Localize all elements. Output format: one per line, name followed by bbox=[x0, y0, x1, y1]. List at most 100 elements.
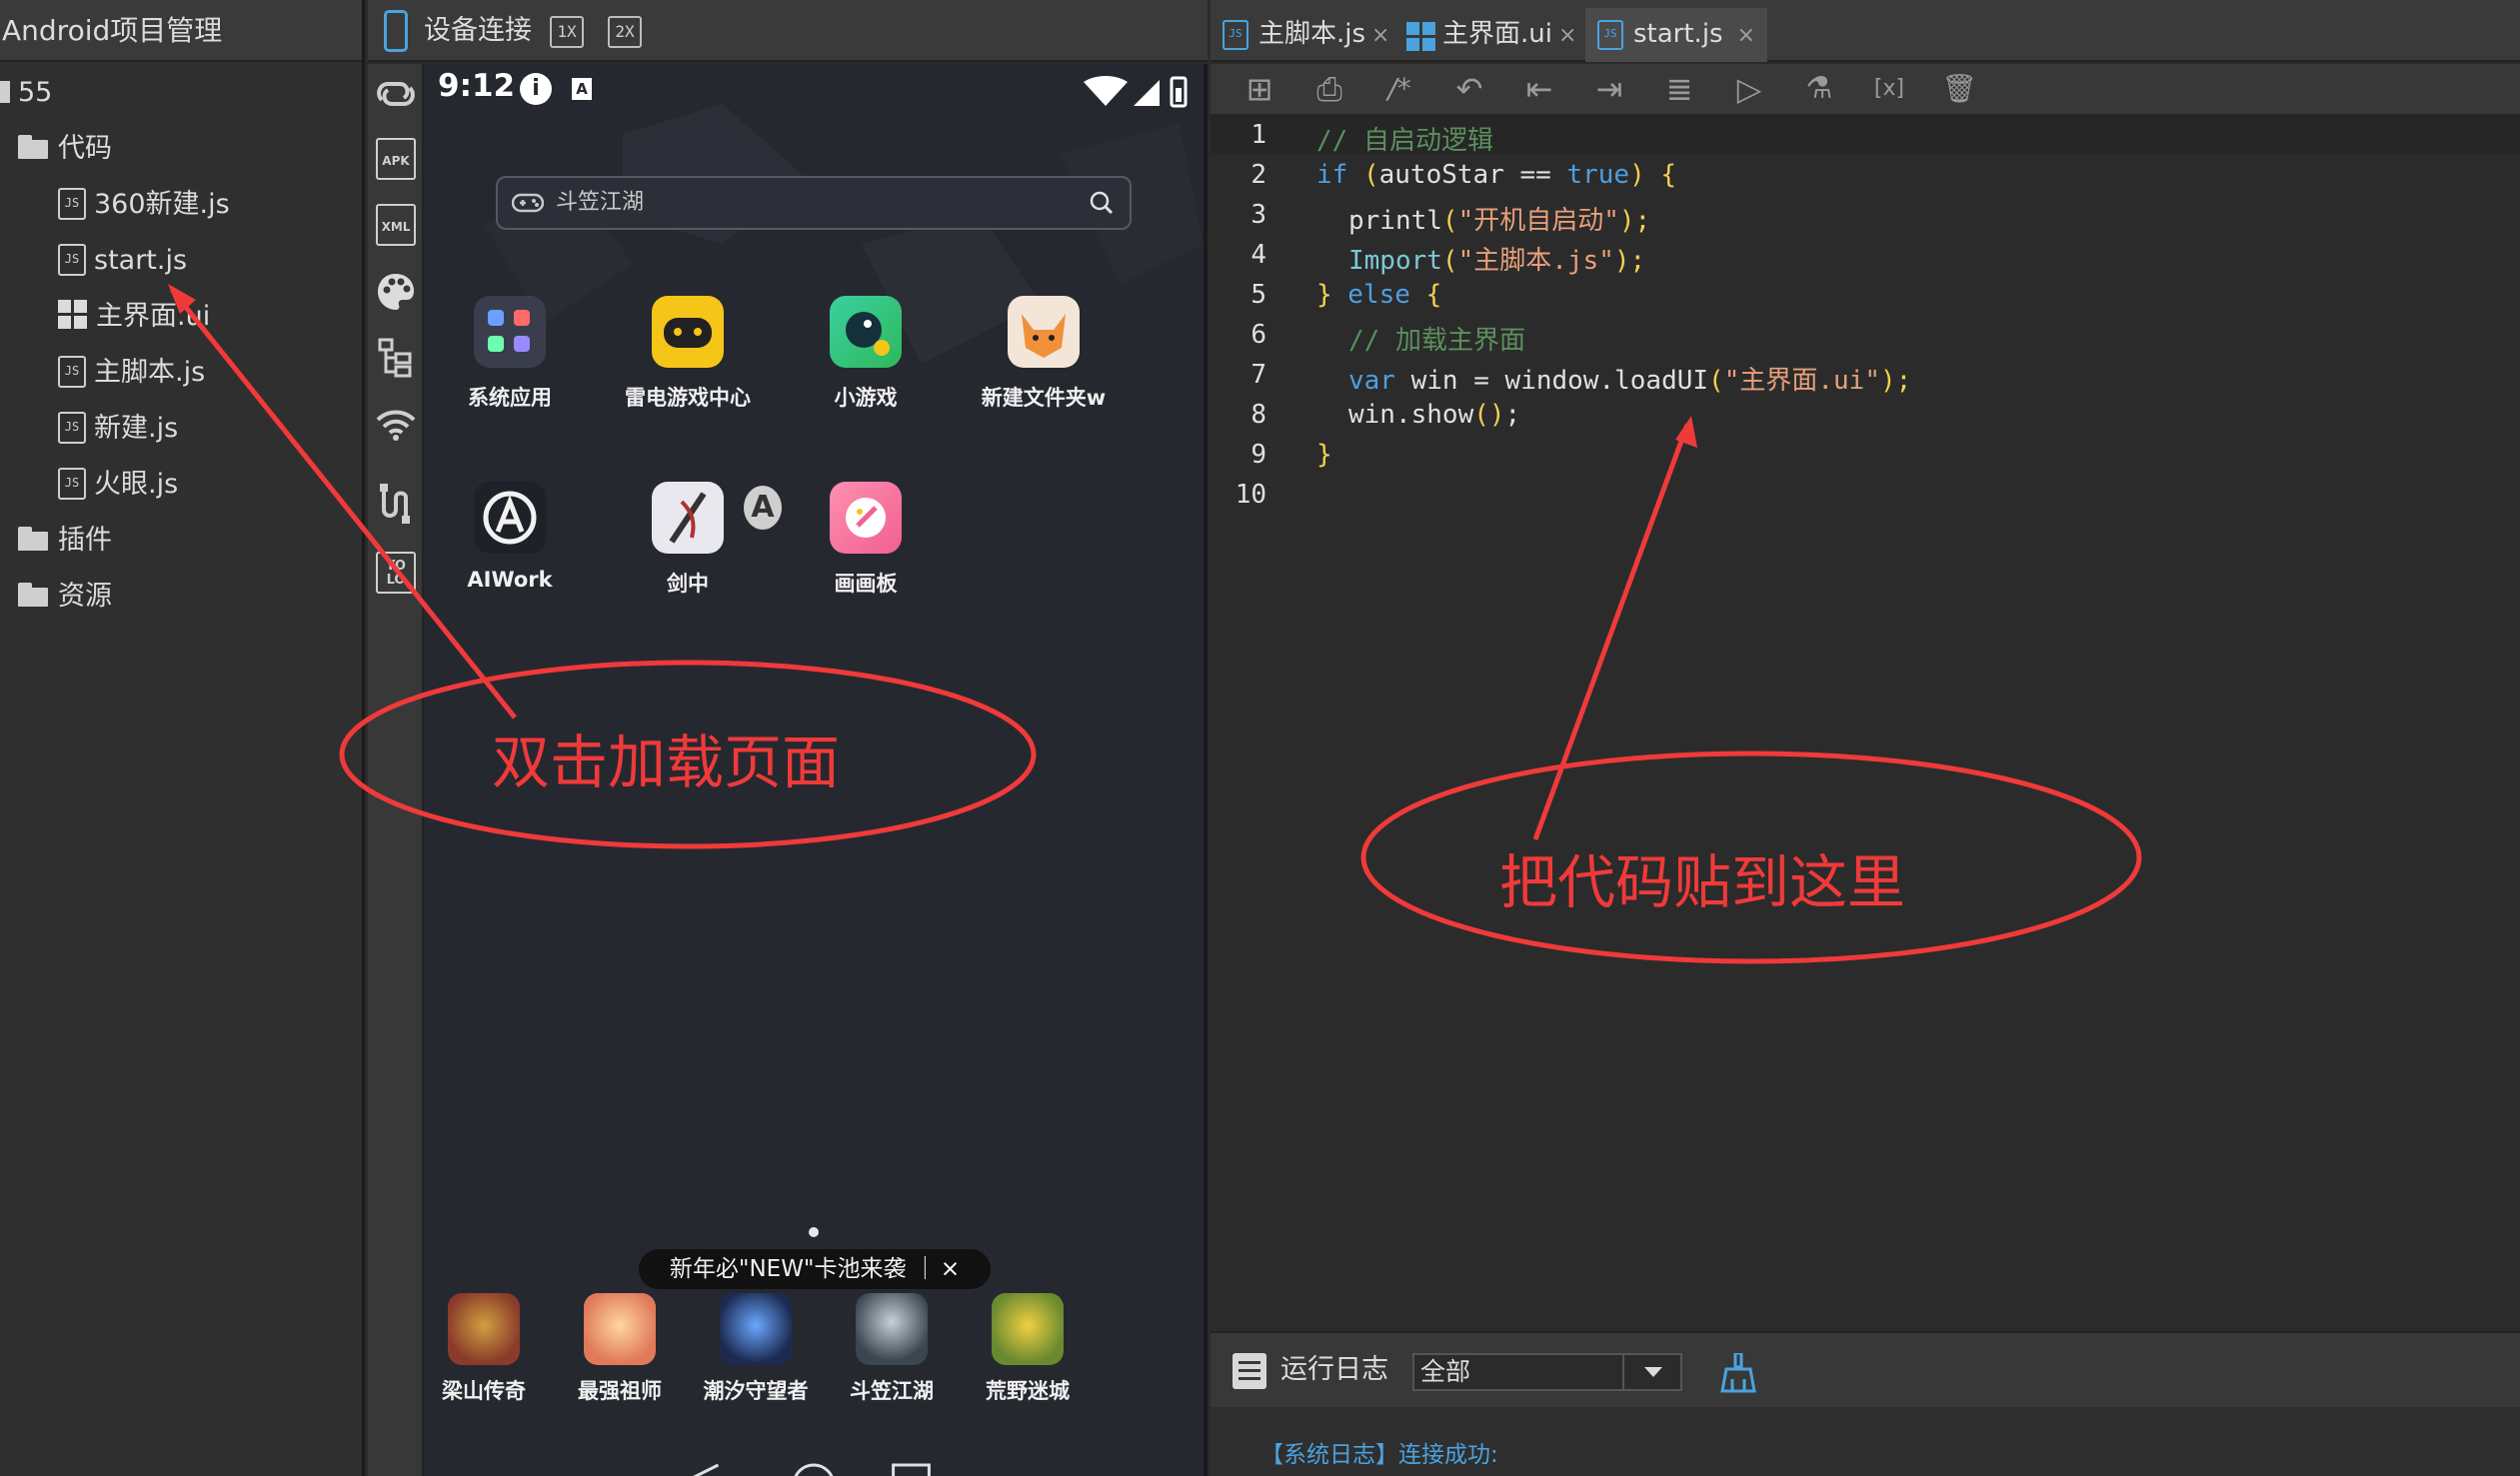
yolo-icon[interactable]: YO LO bbox=[376, 552, 416, 594]
app-mini-games[interactable]: 小游戏 bbox=[796, 296, 936, 412]
drawing-board-icon bbox=[830, 482, 902, 554]
status-bar: 9:12 i A bbox=[424, 64, 1204, 120]
banner-text: 新年必"NEW"卡池来袭 ｜ bbox=[669, 1256, 937, 1282]
tree-file-main-ui[interactable]: 主界面.ui bbox=[58, 292, 210, 342]
app-system[interactable]: 系统应用 bbox=[440, 296, 580, 412]
code-token: else bbox=[1331, 280, 1426, 310]
code-token: Import bbox=[1348, 246, 1442, 276]
tree-file-main-script[interactable]: JS 主脚本.js bbox=[58, 348, 205, 398]
dock-app-douli[interactable]: 斗笠江湖 bbox=[822, 1293, 962, 1405]
run-icon[interactable]: ▷ bbox=[1728, 68, 1770, 110]
add-icon[interactable]: ⊞ bbox=[1239, 68, 1280, 110]
app-drawing-board[interactable]: 画画板 bbox=[796, 482, 936, 598]
app-label: 梁山传奇 bbox=[442, 1379, 526, 1403]
tree-file-label: start.js bbox=[94, 245, 188, 276]
line-number: 9 bbox=[1251, 440, 1266, 470]
app-label: 系统应用 bbox=[468, 386, 552, 410]
tab-start-js[interactable]: JS start.js × bbox=[1585, 8, 1768, 62]
log-filter-value: 全部 bbox=[1420, 1357, 1471, 1386]
code-token: autoStar == bbox=[1378, 160, 1567, 190]
code-line-3: printl("开机自启动"); bbox=[1348, 200, 1650, 237]
tree-folder-plugins[interactable]: 插件 bbox=[18, 516, 112, 566]
code-token: ); bbox=[1618, 206, 1651, 236]
clear-log-icon[interactable] bbox=[1720, 1353, 1756, 1393]
js-file-icon: JS bbox=[58, 411, 86, 444]
palette-icon[interactable] bbox=[374, 270, 418, 314]
annotation-right-text: 把代码贴到这里 bbox=[1499, 848, 1906, 916]
search-bar[interactable]: 斗笠江湖 bbox=[496, 176, 1132, 230]
tab-close-icon[interactable]: × bbox=[1371, 23, 1389, 48]
outdent-icon[interactable]: ⇤ bbox=[1518, 68, 1560, 110]
tree-file-huoyan[interactable]: JS 火眼.js bbox=[58, 460, 178, 510]
code-token: if bbox=[1316, 160, 1348, 190]
usb-icon[interactable] bbox=[374, 482, 418, 526]
line-number: 2 bbox=[1251, 160, 1266, 190]
log-filter-select[interactable]: 全部 bbox=[1412, 1353, 1682, 1391]
tree-icon[interactable] bbox=[374, 336, 418, 380]
tab-close-icon[interactable]: × bbox=[1737, 23, 1755, 48]
xml-icon[interactable]: XML bbox=[376, 204, 416, 246]
zuqiang-icon bbox=[584, 1293, 656, 1365]
variable-icon[interactable]: [x] bbox=[1868, 68, 1910, 110]
dock-app-zuqiang[interactable]: 最强祖师 bbox=[550, 1293, 690, 1405]
line-number: 7 bbox=[1251, 360, 1266, 390]
ui-grid-icon bbox=[1406, 22, 1436, 52]
dock-app-chaoxi[interactable]: 潮汐守望者 bbox=[686, 1293, 826, 1405]
tree-file-label: 主脚本.js bbox=[94, 357, 206, 388]
app-jianzhong[interactable]: 剑中 bbox=[618, 482, 758, 598]
project-panel-title: Android项目管理 bbox=[0, 0, 362, 62]
tree-folder-code[interactable]: 代码 bbox=[18, 124, 112, 174]
tree-root-label: 55 bbox=[18, 77, 53, 108]
back-icon[interactable] bbox=[679, 1463, 720, 1476]
tab-main-ui[interactable]: 主界面.ui × bbox=[1394, 8, 1576, 62]
app-aiwork[interactable]: AIWork bbox=[440, 482, 580, 592]
code-line-8: win.show(); bbox=[1348, 400, 1520, 430]
chevron-down-icon[interactable] bbox=[1622, 1355, 1680, 1389]
tree-file-new[interactable]: JS 新建.js bbox=[58, 404, 178, 454]
tree-folder-resources[interactable]: 资源 bbox=[18, 572, 112, 622]
apk-icon[interactable]: APK bbox=[376, 138, 416, 180]
jianzhong-icon bbox=[652, 482, 724, 554]
annotation-left-text: 双击加载页面 bbox=[492, 729, 841, 796]
app-new-folder[interactable]: 新建文件夹w bbox=[974, 296, 1114, 412]
comment-icon[interactable]: /* bbox=[1378, 68, 1420, 110]
zoom-1x-button[interactable]: 1X bbox=[550, 16, 584, 48]
app-game-center[interactable]: 雷电游戏中心 bbox=[618, 296, 758, 412]
tree-root[interactable]: 55 bbox=[0, 68, 52, 118]
clear-icon[interactable]: 🗑 bbox=[1938, 68, 1980, 110]
log-panel: 运行日志 全部 【系统日志】连接成功: bbox=[1211, 1331, 2520, 1476]
folder-icon bbox=[18, 582, 50, 607]
dock-app-huangye[interactable]: 荒野迷城 bbox=[958, 1293, 1098, 1405]
search-icon[interactable] bbox=[1090, 191, 1114, 215]
line-number: 3 bbox=[1251, 200, 1266, 230]
link-icon[interactable] bbox=[374, 72, 418, 116]
zoom-2x-button[interactable]: 2X bbox=[608, 16, 642, 48]
tree-file-label: 新建.js bbox=[94, 413, 179, 444]
line-number: 10 bbox=[1235, 480, 1266, 510]
code-line-9: } bbox=[1316, 440, 1332, 470]
code-editor[interactable]: 1 2 3 4 5 6 7 8 9 10 // 自启动逻辑 if (autoSt… bbox=[1211, 114, 2520, 1331]
tab-main-script[interactable]: JS 主脚本.js × bbox=[1211, 8, 1389, 62]
format-icon[interactable]: ≣ bbox=[1658, 68, 1700, 110]
code-token: printl bbox=[1348, 206, 1442, 236]
indent-icon[interactable]: ⇥ bbox=[1588, 68, 1630, 110]
tab-close-icon[interactable]: × bbox=[1558, 23, 1576, 48]
tree-file-360[interactable]: JS 360新建.js bbox=[58, 180, 230, 230]
print-icon[interactable]: ⎙ bbox=[1308, 68, 1350, 110]
system-apps-icon bbox=[474, 296, 546, 368]
banner-close-button[interactable]: × bbox=[941, 1256, 960, 1282]
test-icon[interactable]: ⚗ bbox=[1798, 68, 1840, 110]
code-token: ); bbox=[1613, 246, 1646, 276]
dock-app-liangshan[interactable]: 梁山传奇 bbox=[424, 1293, 554, 1405]
recents-icon[interactable] bbox=[892, 1463, 931, 1476]
log-icon bbox=[1233, 1353, 1266, 1389]
floating-assistant-icon[interactable]: A bbox=[744, 486, 782, 530]
signal-battery-icons bbox=[1084, 76, 1188, 108]
tree-file-start[interactable]: JS start.js bbox=[58, 236, 187, 286]
wifi-icon[interactable] bbox=[374, 402, 418, 446]
home-icon[interactable] bbox=[794, 1463, 834, 1476]
code-token: { bbox=[1425, 280, 1442, 310]
undo-icon[interactable]: ↶ bbox=[1448, 68, 1490, 110]
code-token: ; bbox=[1504, 400, 1521, 430]
promo-banner[interactable]: 新年必"NEW"卡池来袭 ｜ × bbox=[639, 1249, 991, 1289]
